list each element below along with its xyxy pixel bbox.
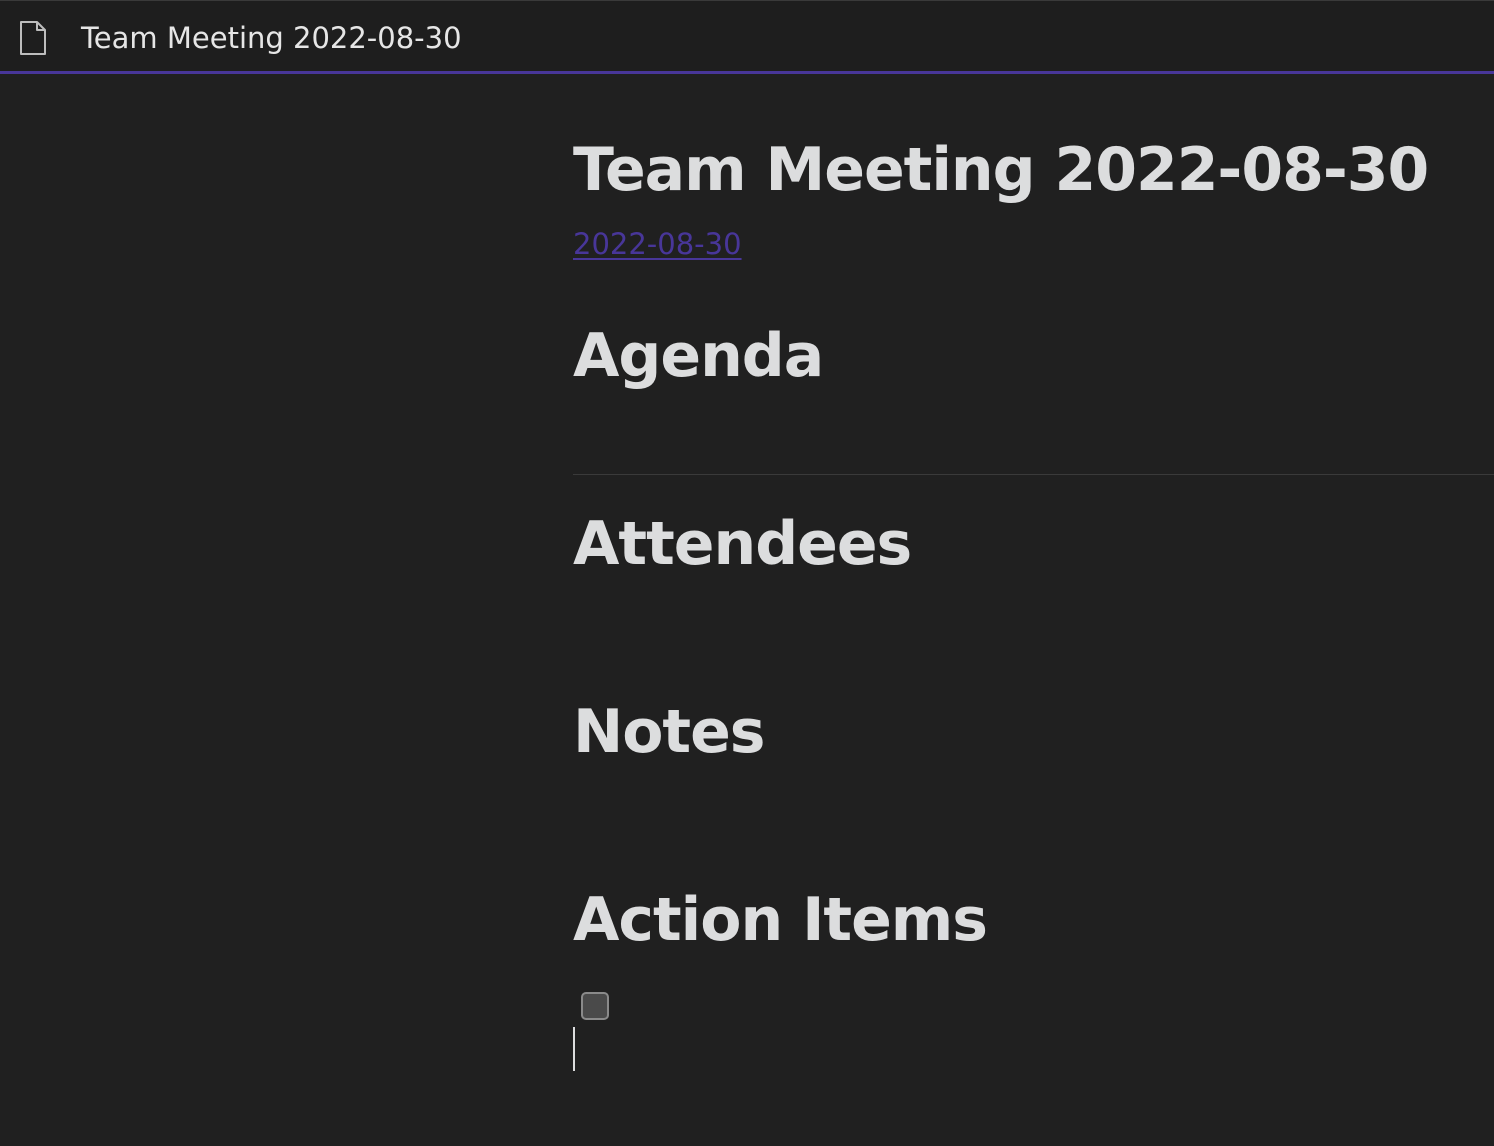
tab-title[interactable]: Team Meeting 2022-08-30	[81, 18, 462, 58]
heading-action-items: Action Items	[573, 885, 988, 955]
heading-attendees: Attendees	[573, 509, 912, 579]
text-cursor	[573, 1027, 575, 1071]
heading-agenda: Agenda	[573, 321, 824, 391]
date-link[interactable]: 2022-08-30	[573, 224, 742, 264]
tab-bar: Team Meeting 2022-08-30	[0, 0, 1494, 71]
editor-pane[interactable]: Team Meeting 2022-08-30 2022-08-30 Agend…	[0, 74, 1494, 1146]
horizontal-rule	[573, 474, 1494, 475]
note-title: Team Meeting 2022-08-30	[573, 135, 1429, 205]
task-checkbox[interactable]	[581, 992, 609, 1020]
file-icon	[20, 21, 46, 55]
heading-notes: Notes	[573, 697, 766, 767]
